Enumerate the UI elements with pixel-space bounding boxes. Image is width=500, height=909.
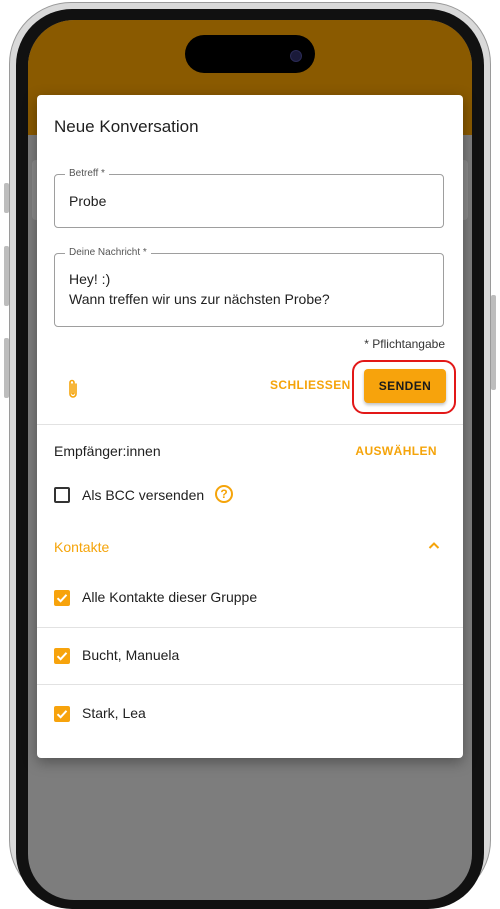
camera-icon — [290, 50, 302, 62]
check-icon — [56, 710, 68, 719]
bcc-checkbox[interactable] — [54, 487, 70, 503]
subject-label: Betreff * — [65, 168, 109, 179]
paperclip-icon[interactable] — [65, 378, 81, 400]
send-button-highlight — [352, 360, 456, 414]
message-label: Deine Nachricht * — [65, 247, 151, 258]
check-icon — [56, 594, 68, 603]
volume-down-button — [4, 338, 9, 398]
contact-label-all: Alle Kontakte dieser Gruppe — [82, 589, 258, 605]
divider — [37, 627, 463, 628]
volume-up-button — [4, 246, 9, 306]
required-note: * Pflichtangabe — [364, 337, 445, 351]
power-button — [491, 295, 496, 390]
help-icon[interactable]: ? — [215, 485, 233, 503]
contact-label-bucht: Bucht, Manuela — [82, 647, 180, 663]
message-value[interactable]: Hey! :) Wann treffen wir uns zur nächste… — [69, 269, 330, 309]
recipients-label: Empfänger:innen — [54, 443, 161, 459]
divider — [37, 424, 463, 425]
subject-field[interactable]: Betreff * Probe — [54, 168, 444, 228]
contact-checkbox-all[interactable] — [54, 590, 70, 606]
close-button[interactable]: SCHLIESSEN — [270, 378, 351, 392]
dialog-title: Neue Konversation — [54, 117, 199, 136]
check-icon — [56, 652, 68, 661]
divider — [37, 684, 463, 685]
bcc-label: Als BCC versenden — [82, 487, 205, 503]
mute-switch — [4, 183, 9, 213]
contacts-section-title[interactable]: Kontakte — [54, 539, 109, 555]
new-conversation-dialog: Neue Konversation Betreff * Probe Deine … — [37, 95, 463, 758]
chevron-up-icon[interactable] — [428, 541, 440, 549]
message-field[interactable]: Deine Nachricht * Hey! :) Wann treffen w… — [54, 247, 444, 327]
contact-label-stark: Stark, Lea — [82, 705, 146, 721]
contact-checkbox-stark[interactable] — [54, 706, 70, 722]
contact-checkbox-bucht[interactable] — [54, 648, 70, 664]
select-recipients-button[interactable]: AUSWÄHLEN — [355, 444, 437, 458]
subject-value[interactable]: Probe — [69, 191, 106, 211]
help-glyph: ? — [220, 487, 228, 501]
